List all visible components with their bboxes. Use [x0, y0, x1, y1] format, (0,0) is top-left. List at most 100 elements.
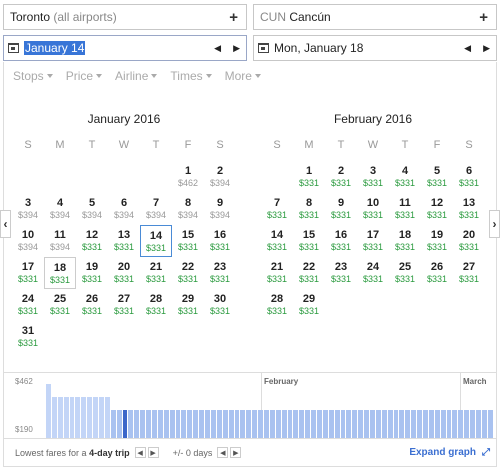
day-cell[interactable]: 22 $331 — [172, 257, 204, 289]
graph-bar[interactable] — [110, 410, 116, 438]
graph-bar[interactable] — [75, 397, 81, 438]
day-cell[interactable]: 8 $394 — [172, 193, 204, 225]
graph-bar[interactable] — [93, 397, 99, 438]
graph-bar[interactable] — [470, 410, 476, 438]
day-cell[interactable]: 29 $331 — [172, 289, 204, 321]
graph-bar[interactable] — [411, 410, 417, 438]
graph-bar[interactable] — [369, 410, 375, 438]
graph-bar[interactable] — [246, 410, 252, 438]
day-cell[interactable]: 21 $331 — [261, 257, 293, 289]
graph-bar[interactable] — [481, 410, 487, 438]
graph-bar[interactable] — [487, 410, 493, 438]
graph-bar[interactable] — [140, 410, 146, 438]
graph-bar[interactable] — [476, 410, 481, 438]
graph-bar[interactable] — [269, 410, 275, 438]
graph-bar[interactable] — [352, 410, 358, 438]
day-cell[interactable]: 28 $331 — [261, 289, 293, 321]
day-cell[interactable]: 19 $331 — [421, 225, 453, 257]
graph-bar[interactable] — [258, 410, 263, 438]
day-cell[interactable]: 4 $394 — [44, 193, 76, 225]
graph-bar[interactable] — [281, 410, 287, 438]
graph-bar[interactable] — [311, 410, 316, 438]
day-cell[interactable]: 23 $331 — [325, 257, 357, 289]
graph-bar[interactable] — [99, 397, 104, 438]
graph-bar[interactable] — [87, 397, 93, 438]
graph-bar[interactable] — [187, 410, 193, 438]
graph-bar[interactable] — [63, 397, 69, 438]
graph-bar[interactable] — [340, 410, 346, 438]
prev-day-icon[interactable]: ◀ — [214, 43, 221, 54]
day-cell[interactable]: 7 $394 — [140, 193, 172, 225]
graph-bar[interactable] — [275, 410, 281, 438]
day-cell[interactable]: 5 $394 — [76, 193, 108, 225]
day-cell[interactable]: 28 $331 — [140, 289, 172, 321]
day-cell[interactable]: 31 $331 — [12, 321, 44, 353]
graph-bar[interactable] — [175, 410, 181, 438]
day-cell[interactable]: 12 $331 — [76, 225, 108, 257]
graph-bar[interactable] — [387, 410, 393, 438]
prev-day-icon[interactable]: ◀ — [464, 43, 471, 54]
graph-bar[interactable] — [146, 410, 152, 438]
graph-bar[interactable] — [152, 410, 157, 438]
graph-bar[interactable] — [417, 410, 422, 438]
departure-date-field[interactable]: January 14 ◀ ▶ — [3, 35, 247, 61]
destination-field[interactable]: CUN Cancún + — [253, 4, 497, 30]
day-cell[interactable]: 5 $331 — [421, 161, 453, 193]
day-cell[interactable]: 25 $331 — [389, 257, 421, 289]
graph-bar[interactable] — [240, 410, 246, 438]
graph-bar[interactable] — [293, 410, 299, 438]
day-cell[interactable]: 17 $331 — [357, 225, 389, 257]
trip-decrease-icon[interactable]: ◀ — [134, 447, 146, 458]
graph-bar[interactable] — [216, 410, 222, 438]
day-cell[interactable]: 6 $331 — [453, 161, 485, 193]
next-month-button[interactable]: › — [489, 210, 500, 238]
graph-bar[interactable] — [116, 410, 122, 438]
next-day-icon[interactable]: ▶ — [233, 43, 240, 54]
graph-bar[interactable] — [334, 410, 340, 438]
graph-bar[interactable] — [234, 410, 240, 438]
day-cell[interactable]: 2 $331 — [325, 161, 357, 193]
graph-bar[interactable] — [263, 410, 269, 438]
day-cell[interactable]: 16 $331 — [204, 225, 236, 257]
day-cell[interactable]: 2 $394 — [204, 161, 236, 193]
day-cell[interactable]: 13 $331 — [108, 225, 140, 257]
graph-bar[interactable] — [381, 410, 387, 438]
price-graph[interactable]: $462 $190 February March — [3, 372, 497, 439]
graph-bar[interactable] — [193, 410, 199, 438]
day-cell[interactable]: 26 $331 — [421, 257, 453, 289]
filter-times[interactable]: Times — [170, 69, 212, 83]
day-cell[interactable]: 6 $394 — [108, 193, 140, 225]
next-day-icon[interactable]: ▶ — [483, 43, 490, 54]
day-cell[interactable]: 1 $462 — [172, 161, 204, 193]
graph-bar[interactable] — [434, 410, 440, 438]
flex-increase-icon[interactable]: ▶ — [230, 447, 242, 458]
prev-month-button[interactable]: ‹ — [0, 210, 11, 238]
day-cell[interactable]: 20 $331 — [108, 257, 140, 289]
day-cell[interactable]: 20 $331 — [453, 225, 485, 257]
graph-bar[interactable] — [163, 410, 169, 438]
day-cell[interactable]: 11 $394 — [44, 225, 76, 257]
day-cell[interactable]: 16 $331 — [325, 225, 357, 257]
day-cell[interactable]: 19 $331 — [76, 257, 108, 289]
day-cell[interactable]: 27 $331 — [108, 289, 140, 321]
graph-bar[interactable] — [316, 410, 322, 438]
add-destination-icon[interactable]: + — [479, 9, 488, 26]
day-cell[interactable]: 12 $331 — [421, 193, 453, 225]
graph-bar[interactable] — [51, 397, 57, 438]
day-cell[interactable]: 24 $331 — [357, 257, 389, 289]
graph-bar[interactable] — [464, 410, 470, 438]
filter-airline[interactable]: Airline — [115, 69, 158, 83]
day-cell[interactable]: 10 $331 — [357, 193, 389, 225]
graph-bar[interactable] — [222, 410, 228, 438]
trip-increase-icon[interactable]: ▶ — [147, 447, 159, 458]
filter-more[interactable]: More — [225, 69, 261, 83]
graph-bar[interactable] — [287, 410, 293, 438]
day-cell[interactable]: 21 $331 — [140, 257, 172, 289]
day-cell[interactable]: 13 $331 — [453, 193, 485, 225]
day-cell[interactable]: 29 $331 — [293, 289, 325, 321]
graph-bar[interactable] — [169, 410, 175, 438]
graph-bar[interactable] — [104, 397, 110, 438]
flex-decrease-icon[interactable]: ◀ — [217, 447, 229, 458]
day-cell[interactable]: 24 $331 — [12, 289, 44, 321]
graph-bar[interactable] — [128, 410, 134, 438]
